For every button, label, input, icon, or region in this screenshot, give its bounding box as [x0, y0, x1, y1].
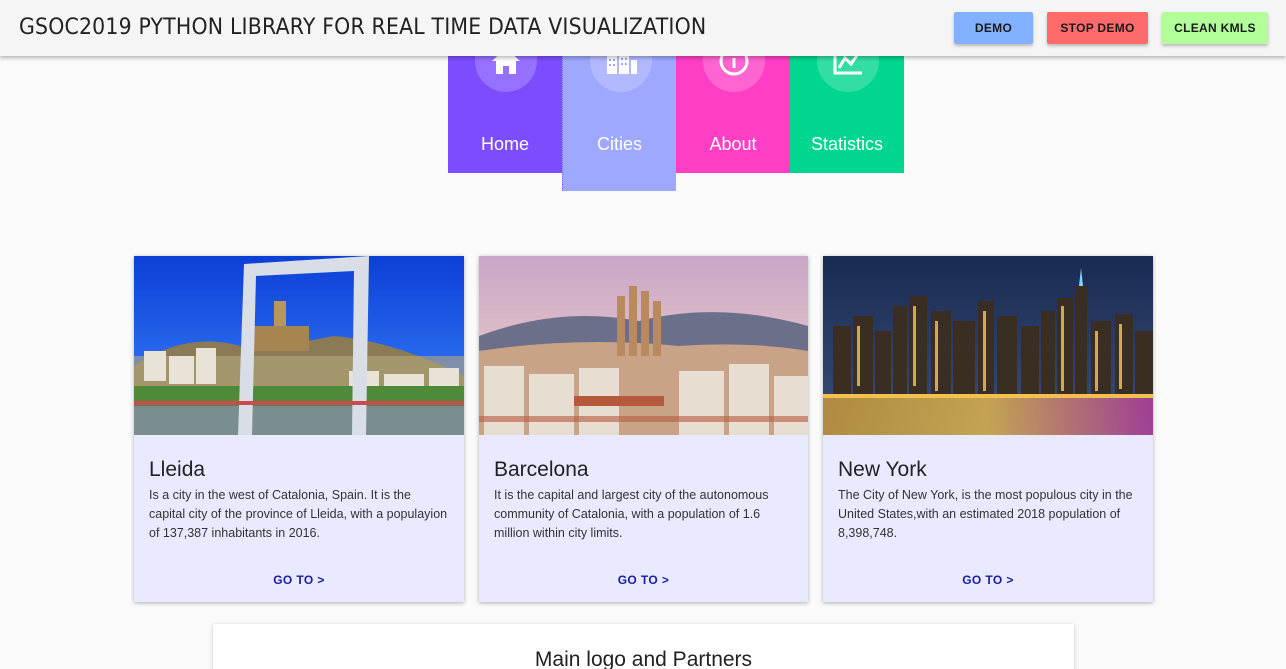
city-card-lleida: Lleida Is a city in the west of Cataloni… — [134, 256, 464, 602]
nav-tile-label: About — [709, 134, 757, 154]
app-title-rest: PYTHON LIBRARY FOR REAL TIME DATA VISUAL… — [131, 15, 707, 40]
barcelona-photo — [479, 256, 808, 435]
go-to-lleida-link[interactable]: GO TO > — [134, 573, 464, 587]
demo-button[interactable]: DEMO — [954, 12, 1033, 44]
stop-demo-button[interactable]: STOP DEMO — [1047, 12, 1148, 44]
partners-title: Main logo and Partners — [534, 648, 753, 669]
card-description: The City of New York, is the most populo… — [838, 488, 1133, 540]
top-app-bar: GSOC2019 PYTHON LIBRARY FOR REAL TIME DA… — [0, 0, 1286, 56]
nav-tile-label: Home — [480, 134, 529, 154]
lleida-photo — [134, 256, 464, 435]
card-title: New York — [838, 458, 927, 481]
new-york-photo — [823, 256, 1153, 435]
card-title: Lleida — [149, 458, 206, 481]
nav-tile-label: Cities — [596, 134, 642, 154]
card-title: Barcelona — [494, 458, 589, 481]
go-to-new-york-link[interactable]: GO TO > — [823, 573, 1153, 587]
nav-tile-label: Statistics — [810, 134, 884, 154]
card-description: It is the capital and largest city of th… — [494, 488, 769, 540]
clean-kmls-button[interactable]: CLEAN KMLS — [1162, 12, 1268, 44]
card-description: Is a city in the west of Catalonia, Spai… — [149, 488, 448, 540]
app-title: GSOC2019 PYTHON LIBRARY FOR REAL TIME DA… — [19, 15, 706, 40]
city-card-barcelona: Barcelona It is the capital and largest … — [479, 256, 808, 602]
partners-section: Main logo and Partners — [213, 624, 1074, 669]
app-title-bold: GSOC2019 — [19, 15, 132, 40]
city-card-new-york: New York The City of New York, is the mo… — [823, 256, 1153, 602]
go-to-barcelona-link[interactable]: GO TO > — [479, 573, 808, 587]
